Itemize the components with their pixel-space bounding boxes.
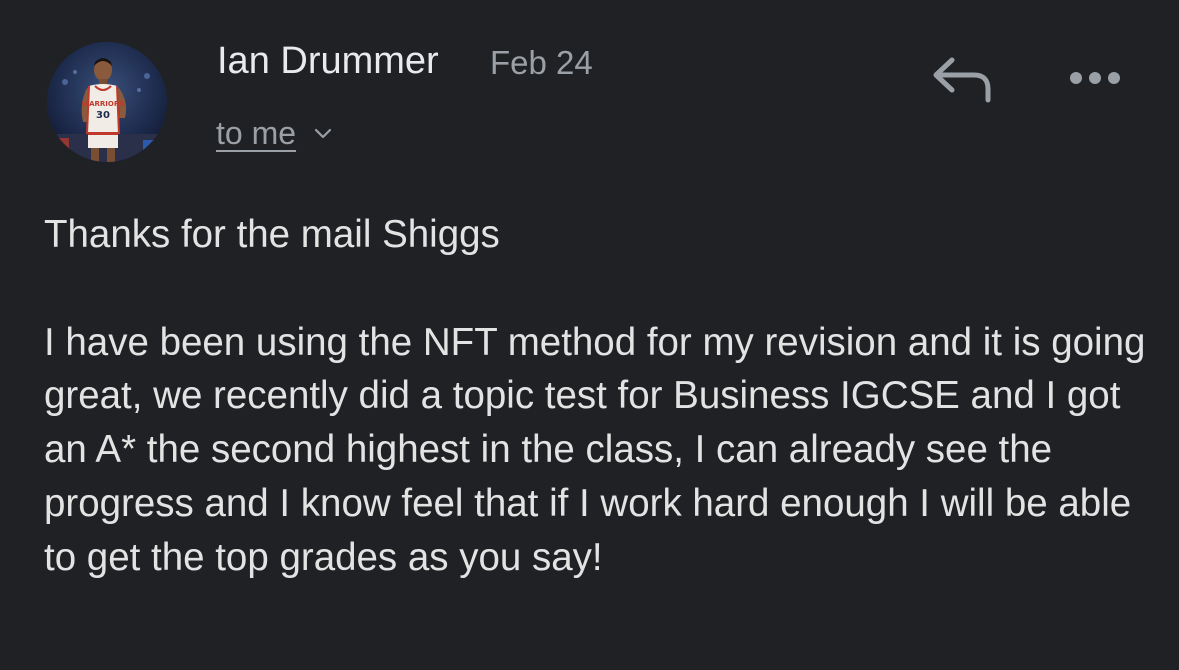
svg-text:30: 30 bbox=[96, 110, 110, 121]
recipient-details-toggle[interactable]: to me bbox=[216, 111, 334, 155]
reply-arrow-icon bbox=[933, 57, 991, 103]
reply-button[interactable] bbox=[928, 52, 996, 108]
email-header: WARRIORS 30 Ian Drummer Feb 24 to me bbox=[0, 0, 1179, 180]
sender-name: Ian Drummer bbox=[217, 40, 439, 82]
email-body: Thanks for the mail Shiggs I have been u… bbox=[44, 208, 1154, 585]
svg-text:WARRIORS: WARRIORS bbox=[82, 100, 125, 108]
chevron-down-icon bbox=[312, 122, 334, 144]
more-options-button[interactable] bbox=[1064, 58, 1126, 98]
email-message: I have been using the NFT method for my … bbox=[44, 320, 1146, 579]
recipient-label: to me bbox=[216, 114, 297, 151]
avatar-photo: WARRIORS 30 bbox=[47, 42, 167, 162]
email-greeting: Thanks for the mail Shiggs bbox=[44, 213, 500, 256]
more-horizontal-icon bbox=[1070, 72, 1120, 84]
sender-avatar[interactable]: WARRIORS 30 bbox=[47, 42, 167, 162]
email-date: Feb 24 bbox=[490, 44, 593, 81]
